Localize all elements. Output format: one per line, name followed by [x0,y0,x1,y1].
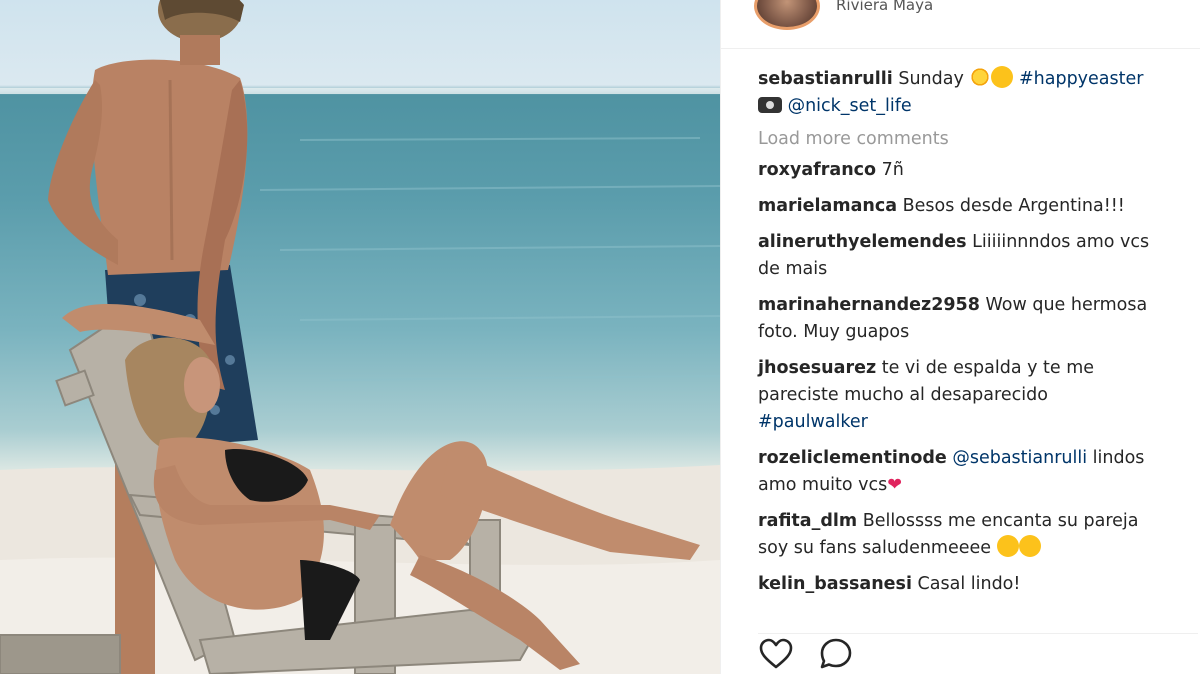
comment-username[interactable]: marinahernandez2958 [758,295,980,315]
post-caption: sebastianrulli Sunday #happyeaster @nick… [758,66,1168,120]
comment-username[interactable]: marielamanca [758,196,897,216]
couple-emoji-icon [991,66,1014,88]
comment-item: alineruthyelemendes Liiiiinnndos amo vcs… [758,229,1168,283]
speech-bubble-icon[interactable] [818,636,854,672]
comment-item: marielamanca Besos desde Argentina!!! [758,193,1168,220]
camera-emoji-icon [758,97,782,113]
comment-username[interactable]: rafita_dlm [758,511,857,531]
sun-emoji-icon [969,66,992,88]
caption-mention[interactable]: @nick_set_life [788,96,912,116]
comment-item: marinahernandez2958 Wow que hermosa foto… [758,292,1168,346]
caption-text: Sunday [898,69,964,89]
comment-username[interactable]: jhosesuarez [758,358,876,378]
caption-hashtag[interactable]: #happyeaster [1019,69,1143,89]
comments-list: sebastianrulli Sunday #happyeaster @nick… [758,66,1168,598]
profile-avatar[interactable] [754,0,820,30]
comment-username[interactable]: roxyafranco [758,160,876,180]
comment-text: Casal lindo! [917,574,1021,594]
comment-mention[interactable]: @sebastianrulli [952,448,1087,468]
comment-username[interactable]: alineruthyelemendes [758,232,967,252]
post-sidebar: Riviera Maya sebastianrulli Sunday #happ… [721,0,1200,674]
comment-text: 7ñ [881,160,904,180]
post-actions-bar [758,633,1198,674]
comment-username[interactable]: kelin_bassanesi [758,574,912,594]
beach-scene-image [0,0,720,674]
comment-hashtag[interactable]: #paulwalker [758,412,868,432]
heart-outline-icon[interactable] [758,636,794,672]
post-header: Riviera Maya [721,0,1200,49]
comment-item: rozeliclementinode @sebastianrulli lindo… [758,445,1168,499]
heart-emoji-icon: ❤ [887,475,902,495]
comment-text: Besos desde Argentina!!! [902,196,1125,216]
comment-item: jhosesuarez te vi de espalda y te me par… [758,355,1168,436]
comment-item: kelin_bassanesi Casal lindo! [758,571,1168,598]
post-photo[interactable] [0,0,720,674]
comment-username[interactable]: rozeliclementinode [758,448,947,468]
comment-item: rafita_dlm Bellossss me encanta su parej… [758,508,1168,562]
load-more-comments-button[interactable]: Load more comments [758,126,1168,153]
kiss-emoji-icon [1018,535,1041,557]
heart-eyes-emoji-icon [996,535,1019,557]
comment-item: roxyafranco 7ñ [758,157,1168,184]
location-link[interactable]: Riviera Maya [836,0,933,14]
caption-username[interactable]: sebastianrulli [758,69,893,89]
